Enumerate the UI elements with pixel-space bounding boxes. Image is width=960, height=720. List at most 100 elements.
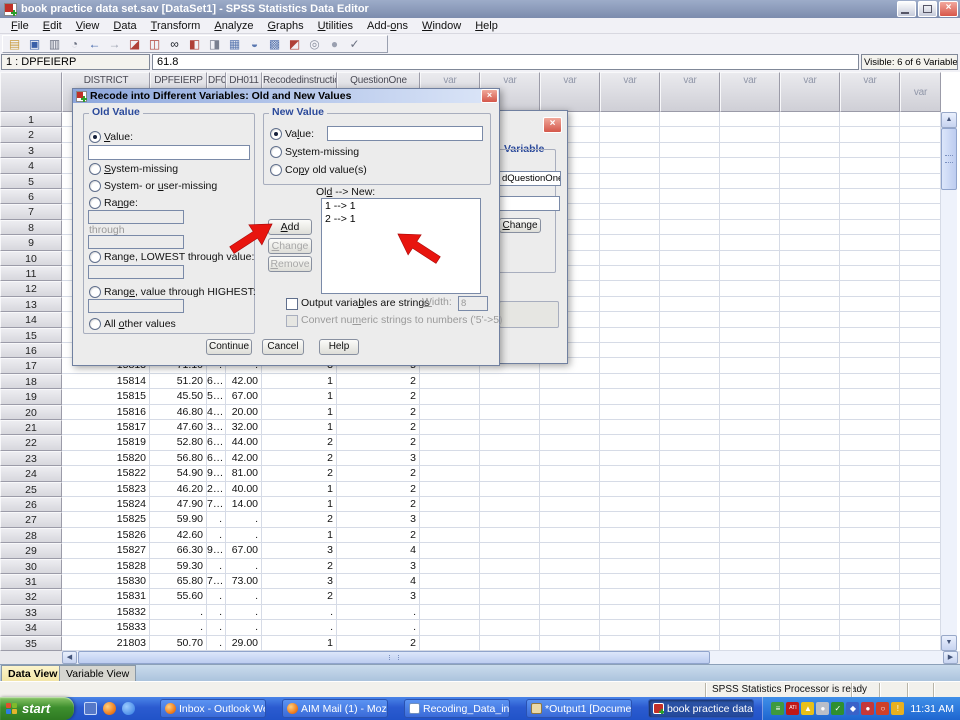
grid-cell-empty[interactable] [660,112,720,127]
grid-cell[interactable]: 14.00 [226,497,262,512]
grid-cell-empty[interactable] [900,589,941,604]
grid-cell[interactable]: 15827 [62,543,150,558]
grid-cell-empty[interactable] [480,636,540,651]
grid-cell-empty[interactable] [480,559,540,574]
grid-cell-empty[interactable] [900,451,941,466]
grid-cell-empty[interactable] [420,543,480,558]
grid-cell-empty[interactable] [840,482,900,497]
grid-cell[interactable]: . [150,620,207,635]
grid-cell-empty[interactable] [600,435,660,450]
grid-cell[interactable]: 15815 [62,389,150,404]
grid-cell[interactable]: 15819 [62,435,150,450]
grid-cell[interactable]: 15820 [62,451,150,466]
grid-cell[interactable]: 3 [262,543,337,558]
row-header[interactable]: 16 [0,343,62,358]
taskbar-button[interactable]: AIM Mail (1) - Mozilla ... [282,699,388,718]
grid-cell[interactable]: . [207,512,226,527]
grid-cell-empty[interactable] [720,466,780,481]
grid-cell-empty[interactable] [780,251,840,266]
grid-cell[interactable]: 2 [337,435,420,450]
scroll-down-icon[interactable]: ▼ [941,635,957,651]
ati-tray-icon[interactable]: ATI [786,702,799,715]
grid-cell[interactable]: 1 [262,389,337,404]
grid-cell[interactable]: 3 [262,574,337,589]
grid-cell[interactable]: 20.00 [226,405,262,420]
grid-cell-empty[interactable] [600,143,660,158]
grid-cell-empty[interactable] [840,451,900,466]
grid-cell-empty[interactable] [600,574,660,589]
grid-cell-empty[interactable] [780,435,840,450]
grid-cell-empty[interactable] [600,281,660,296]
grid-cell-empty[interactable] [780,328,840,343]
row-header[interactable]: 21 [0,420,62,435]
grid-cell[interactable]: 15814 [62,374,150,389]
old-system-user-missing-label[interactable]: System- or user-missing [104,180,217,192]
grid-cell-empty[interactable] [720,389,780,404]
grid-cell[interactable]: 15828 [62,559,150,574]
grid-cell-empty[interactable] [900,512,941,527]
grid-cell-empty[interactable] [840,420,900,435]
column-header-var[interactable]: var [660,72,720,112]
grid-cell-empty[interactable] [840,158,900,173]
grid-cell[interactable]: . [226,559,262,574]
grid-cell[interactable]: 15833 [62,620,150,635]
grid-cell[interactable]: 47.60 [150,420,207,435]
column-header-var[interactable]: var [780,72,840,112]
grid-cell[interactable]: 46.20 [150,482,207,497]
grid-cell[interactable]: 5… [207,389,226,404]
grid-cell[interactable]: 4 [337,574,420,589]
old-value-radio-label[interactable]: Value: [104,131,133,143]
grid-cell-empty[interactable] [420,528,480,543]
row-header[interactable]: 9 [0,235,62,250]
grid-cell[interactable]: 9… [207,543,226,558]
grid-cell-empty[interactable] [720,512,780,527]
grid-cell-empty[interactable] [780,220,840,235]
continue-button[interactable]: Continue [206,339,252,355]
grid-cell-empty[interactable] [720,374,780,389]
range-highest-field[interactable] [88,299,184,313]
office-tray-icon[interactable]: ◆ [846,702,859,715]
grid-cell-empty[interactable] [720,266,780,281]
grid-cell[interactable]: 2 [262,512,337,527]
grid-cell-empty[interactable] [900,174,941,189]
grid-cell[interactable]: 66.30 [150,543,207,558]
grid-cell-empty[interactable] [900,204,941,219]
row-header[interactable]: 1 [0,112,62,127]
grid-cell-empty[interactable] [600,251,660,266]
grid-cell-empty[interactable] [600,328,660,343]
width-field[interactable]: 8 [458,296,488,311]
grid-cell-empty[interactable] [600,158,660,173]
scroll-up-icon[interactable]: ▲ [941,112,957,128]
new-value-radio[interactable] [270,128,282,140]
grid-cell-empty[interactable] [840,636,900,651]
grid-cell-empty[interactable] [660,466,720,481]
grid-cell-empty[interactable] [600,220,660,235]
grid-cell-empty[interactable] [720,158,780,173]
grid-cell-empty[interactable] [780,266,840,281]
grid-cell-empty[interactable] [660,343,720,358]
grid-cell[interactable]: 42.60 [150,528,207,543]
grid-cell-empty[interactable] [660,266,720,281]
grid-cell[interactable]: . [207,605,226,620]
grid-cell[interactable]: 2 [262,435,337,450]
grid-cell[interactable]: 2 [337,374,420,389]
range-radio[interactable] [89,197,101,209]
grid-cell-empty[interactable] [780,297,840,312]
grid-cell-empty[interactable] [660,127,720,142]
internet-explorer-icon[interactable] [122,702,135,715]
grid-cell-empty[interactable] [660,312,720,327]
grid-cell[interactable]: 15830 [62,574,150,589]
old-new-list-item[interactable]: 1 --> 1 [322,200,480,213]
start-button[interactable]: start [0,697,74,720]
grid-cell-empty[interactable] [900,374,941,389]
grid-cell-empty[interactable] [540,497,600,512]
vertical-scrollbar[interactable]: ▲ ▼ [941,112,957,651]
grid-cell-empty[interactable] [600,189,660,204]
grid-cell-empty[interactable] [720,543,780,558]
row-header[interactable]: 30 [0,559,62,574]
grid-cell-empty[interactable] [720,528,780,543]
grid-cell-empty[interactable] [720,220,780,235]
grid-cell-empty[interactable] [420,512,480,527]
old-system-missing-label[interactable]: System-missing [104,163,178,175]
grid-cell[interactable]: . [207,528,226,543]
